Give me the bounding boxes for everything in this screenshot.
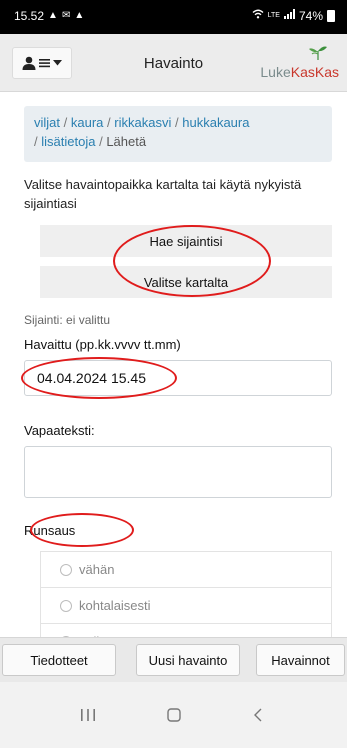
lukekaskas-logo: LukeKasKas <box>257 46 339 80</box>
notices-button[interactable]: Tiedotteet <box>2 644 116 676</box>
breadcrumb-link-hukkakaura[interactable]: hukkakaura <box>182 115 249 130</box>
new-observation-button[interactable]: Uusi havainto <box>136 644 240 676</box>
wifi-icon <box>252 9 264 23</box>
breadcrumb-separator: / <box>175 115 179 130</box>
volte-icon: LTE <box>267 12 280 19</box>
back-icon[interactable] <box>253 708 263 726</box>
location-instruction: Valitse havaintopaikka kartalta tai käyt… <box>24 177 302 211</box>
mail-icon: ✉ <box>61 10 71 21</box>
breadcrumb-separator: / <box>63 115 68 130</box>
abundance-label: Runsaus <box>24 523 76 538</box>
bottom-toolbar: Tiedotteet Uusi havainto Havainnot <box>0 637 347 682</box>
breadcrumb-link-kaura[interactable]: kaura <box>71 115 104 130</box>
observed-date-label: Havaittu (pp.kk.vvvv tt.mm) <box>24 337 181 352</box>
choose-from-map-button[interactable]: Valitse kartalta <box>40 266 332 298</box>
observed-date-input[interactable]: 04.04.2024 15.45 <box>24 360 332 396</box>
notification-icon: ▲ <box>74 10 85 21</box>
breadcrumb-link-rikkakasvi[interactable]: rikkakasvi <box>114 115 171 130</box>
breadcrumb: viljat / kaura / rikkakasvi / hukkakaura… <box>24 106 332 162</box>
radio-label: vähän <box>79 562 115 577</box>
app-header: Havainto LukeKasKas <box>0 34 347 92</box>
radio-button-icon[interactable] <box>60 563 72 576</box>
logo-text-kaskas: KasKas <box>290 64 339 80</box>
breadcrumb-separator: / <box>34 134 38 149</box>
battery-icon <box>327 10 335 22</box>
location-status: Sijainti: ei valittu <box>24 313 111 327</box>
breadcrumb-link-viljat[interactable]: viljat <box>34 115 60 130</box>
breadcrumb-current: Lähetä <box>106 134 147 149</box>
abundance-option-low[interactable]: vähän <box>41 552 331 588</box>
sprout-icon <box>309 46 327 60</box>
abundance-option-medium[interactable]: kohtalaisesti <box>41 588 331 624</box>
radio-label: kohtalaisesti <box>79 598 151 613</box>
breadcrumb-separator: / <box>107 115 111 130</box>
recent-apps-icon[interactable] <box>80 708 96 726</box>
battery-percent: 74% <box>298 9 323 23</box>
breadcrumb-link-lisatietoja[interactable]: lisätietoja <box>41 134 95 149</box>
free-text-field[interactable] <box>24 446 332 498</box>
breadcrumb-separator: / <box>99 134 103 149</box>
status-bar: 15.52 ▲ ✉ ▲ LTE 74% <box>0 0 347 34</box>
home-icon[interactable] <box>167 708 181 726</box>
signal-icon <box>283 9 295 23</box>
logo-text-luke: Luke <box>260 64 291 80</box>
get-location-button[interactable]: Hae sijaintisi <box>40 225 332 257</box>
system-nav-bar <box>0 682 347 748</box>
free-text-label: Vapaateksti: <box>24 423 95 438</box>
observations-button[interactable]: Havainnot <box>256 644 345 676</box>
radio-button-icon[interactable] <box>60 599 72 612</box>
notification-icon: ▲ <box>48 10 58 21</box>
status-time: 15.52 <box>14 9 45 23</box>
